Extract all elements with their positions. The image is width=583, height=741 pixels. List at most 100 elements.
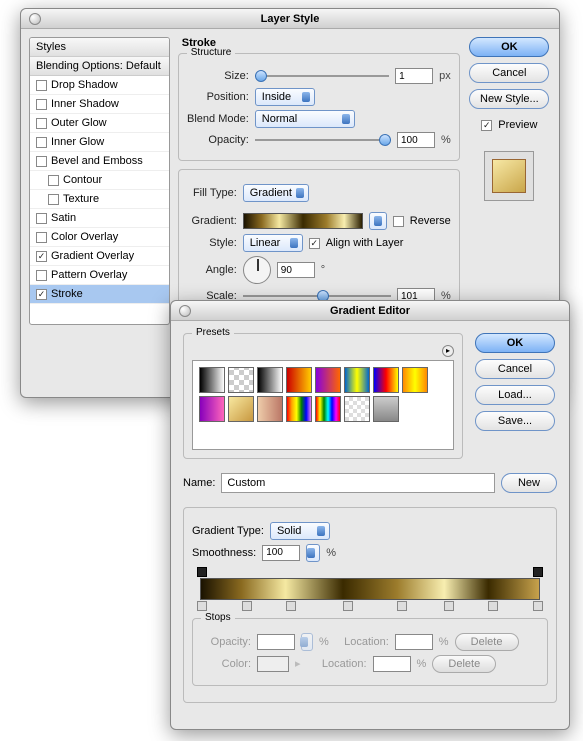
align-checkbox[interactable] <box>309 238 320 249</box>
color-stop[interactable] <box>488 601 498 611</box>
opacity-unit: % <box>441 134 451 146</box>
sidebar-item-bevel-and-emboss[interactable]: Bevel and Emboss <box>30 152 169 171</box>
stop-color-loc-unit: % <box>417 658 427 670</box>
color-stop[interactable] <box>444 601 454 611</box>
sidebar-item-contour[interactable]: Contour <box>30 171 169 190</box>
preset-swatch[interactable] <box>286 367 312 393</box>
opacity-input[interactable] <box>397 132 435 148</box>
ok-button[interactable]: OK <box>469 37 549 57</box>
checkbox[interactable] <box>36 270 47 281</box>
checkbox[interactable] <box>36 80 47 91</box>
cancel-button[interactable]: Cancel <box>469 63 549 83</box>
style-select[interactable]: Linear <box>243 234 303 252</box>
titlebar[interactable]: Layer Style <box>21 9 559 29</box>
cancel-button[interactable]: Cancel <box>475 359 555 379</box>
sidebar-item-label: Contour <box>63 174 102 186</box>
preview-checkbox[interactable] <box>481 120 492 131</box>
preset-swatch[interactable] <box>199 367 225 393</box>
checkbox[interactable] <box>36 251 47 262</box>
checkbox[interactable] <box>48 194 59 205</box>
sidebar-item-inner-glow[interactable]: Inner Glow <box>30 133 169 152</box>
color-stop[interactable] <box>286 601 296 611</box>
gradient-dropdown-icon[interactable] <box>369 212 387 230</box>
preset-swatch[interactable] <box>257 396 283 422</box>
sidebar-item-texture[interactable]: Texture <box>30 190 169 209</box>
opacity-stop[interactable] <box>533 567 543 577</box>
sidebar-item-inner-shadow[interactable]: Inner Shadow <box>30 95 169 114</box>
sidebar-item-color-overlay[interactable]: Color Overlay <box>30 228 169 247</box>
position-label: Position: <box>187 91 249 103</box>
checkbox[interactable] <box>36 118 47 129</box>
gradient-label: Gradient: <box>187 215 237 227</box>
arrow-icon: ▸ <box>295 657 301 670</box>
sidebar-item-label: Pattern Overlay <box>51 269 127 281</box>
size-input[interactable] <box>395 68 433 84</box>
sidebar-item-label: Stroke <box>51 288 83 300</box>
checkbox[interactable] <box>36 289 47 300</box>
checkbox[interactable] <box>36 213 47 224</box>
blendmode-label: Blend Mode: <box>187 113 249 125</box>
presets-flyout-icon[interactable]: ▸ <box>442 345 454 357</box>
color-stop[interactable] <box>397 601 407 611</box>
sidebar-item-label: Bevel and Emboss <box>51 155 143 167</box>
filltype-select[interactable]: Gradient <box>243 184 309 202</box>
ok-button[interactable]: OK <box>475 333 555 353</box>
checkbox[interactable] <box>36 156 47 167</box>
sidebar-item-pattern-overlay[interactable]: Pattern Overlay <box>30 266 169 285</box>
load-button[interactable]: Load... <box>475 385 555 405</box>
titlebar[interactable]: Gradient Editor <box>171 301 569 321</box>
smoothness-dropdown-icon[interactable] <box>306 544 320 562</box>
stop-color-loc-label: Location: <box>307 658 367 670</box>
preset-swatch[interactable] <box>373 367 399 393</box>
sidebar-item-label: Gradient Overlay <box>51 250 134 262</box>
styles-header[interactable]: Styles <box>30 38 169 57</box>
checkbox[interactable] <box>36 99 47 110</box>
sidebar-item-outer-glow[interactable]: Outer Glow <box>30 114 169 133</box>
stops-group: Stops Opacity: % Location: % Delete Colo… <box>192 618 548 686</box>
checkbox[interactable] <box>36 232 47 243</box>
new-style-button[interactable]: New Style... <box>469 89 549 109</box>
close-icon[interactable] <box>29 13 41 25</box>
close-icon[interactable] <box>179 305 191 317</box>
gradient-type-select[interactable]: Solid <box>270 522 330 540</box>
size-slider[interactable] <box>255 69 389 83</box>
checkbox[interactable] <box>48 175 59 186</box>
blending-options[interactable]: Blending Options: Default <box>30 57 169 76</box>
reverse-checkbox[interactable] <box>393 216 404 227</box>
preset-swatch[interactable] <box>228 367 254 393</box>
preset-swatch[interactable] <box>344 367 370 393</box>
sidebar-item-stroke[interactable]: Stroke <box>30 285 169 304</box>
save-button[interactable]: Save... <box>475 411 555 431</box>
preset-swatch[interactable] <box>315 367 341 393</box>
angle-dial[interactable] <box>243 256 271 284</box>
preset-swatch[interactable] <box>402 367 428 393</box>
presets-legend: Presets <box>192 327 234 338</box>
sidebar-item-gradient-overlay[interactable]: Gradient Overlay <box>30 247 169 266</box>
opacity-slider[interactable] <box>255 133 391 147</box>
opacity-stop[interactable] <box>197 567 207 577</box>
sidebar-item-drop-shadow[interactable]: Drop Shadow <box>30 76 169 95</box>
preset-swatch[interactable] <box>199 396 225 422</box>
name-input[interactable] <box>221 473 495 493</box>
checkbox[interactable] <box>36 137 47 148</box>
preset-swatch[interactable] <box>344 396 370 422</box>
preset-swatch[interactable] <box>257 367 283 393</box>
position-select[interactable]: Inside <box>255 88 315 106</box>
color-stop[interactable] <box>242 601 252 611</box>
sidebar-item-label: Drop Shadow <box>51 79 118 91</box>
color-stop[interactable] <box>533 601 543 611</box>
smoothness-input[interactable] <box>262 545 300 561</box>
preset-swatch[interactable] <box>315 396 341 422</box>
sidebar-item-satin[interactable]: Satin <box>30 209 169 228</box>
new-button[interactable]: New <box>501 473 557 493</box>
angle-input[interactable] <box>277 262 315 278</box>
preset-swatch[interactable] <box>286 396 312 422</box>
preset-swatch[interactable] <box>228 396 254 422</box>
size-unit: px <box>439 70 451 82</box>
blendmode-select[interactable]: Normal <box>255 110 355 128</box>
preset-swatch[interactable] <box>373 396 399 422</box>
gradient-bar[interactable] <box>200 578 540 600</box>
gradient-swatch[interactable] <box>243 213 363 229</box>
color-stop[interactable] <box>343 601 353 611</box>
color-stop[interactable] <box>197 601 207 611</box>
